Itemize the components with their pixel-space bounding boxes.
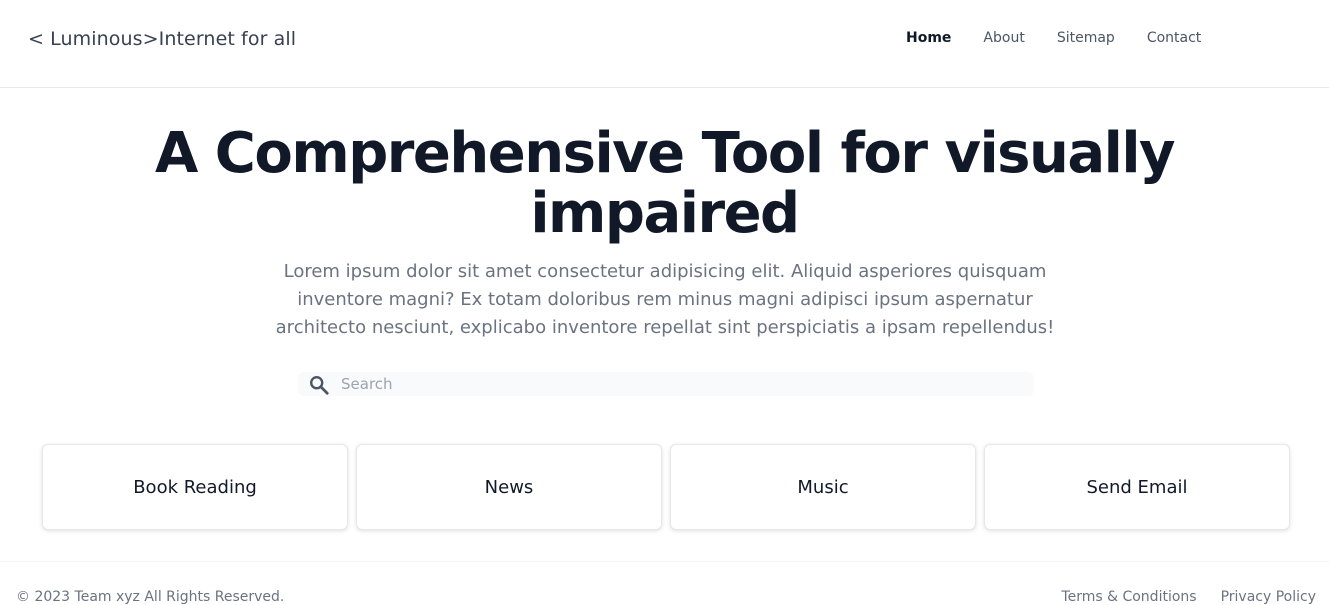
hero-title-line-1: A Comprehensive Tool for visually xyxy=(154,121,1176,186)
search-icon[interactable] xyxy=(308,374,330,396)
brand-logo-link[interactable]: < Luminous>Internet for all xyxy=(28,28,296,50)
nav-contact-link[interactable]: Contact xyxy=(1147,30,1201,46)
search-bar xyxy=(298,372,1034,396)
site-header: < Luminous>Internet for all Home About S… xyxy=(0,0,1329,88)
hero-title-line-2: impaired xyxy=(530,181,800,246)
site-footer: © 2023 Team xyz All Rights Reserved. Ter… xyxy=(0,561,1329,605)
hero-description: Lorem ipsum dolor sit amet consectetur a… xyxy=(275,261,1055,338)
card-music[interactable]: Music xyxy=(670,444,976,530)
main-nav: Home About Sitemap Contact xyxy=(906,30,1201,46)
nav-about-link[interactable]: About xyxy=(983,30,1024,46)
card-send-email[interactable]: Send Email xyxy=(984,444,1290,530)
search-input[interactable] xyxy=(341,372,1021,396)
footer-links: Terms & Conditions Privacy Policy xyxy=(1061,589,1316,605)
hero-title: A Comprehensive Tool for visually impair… xyxy=(0,124,1329,244)
feature-cards: Book Reading News Music Send Email xyxy=(42,444,1290,530)
nav-sitemap-link[interactable]: Sitemap xyxy=(1057,30,1115,46)
privacy-policy-link[interactable]: Privacy Policy xyxy=(1221,589,1316,605)
card-news[interactable]: News xyxy=(356,444,662,530)
copyright-text: © 2023 Team xyz All Rights Reserved. xyxy=(16,589,285,605)
terms-conditions-link[interactable]: Terms & Conditions xyxy=(1061,589,1196,605)
card-book-reading[interactable]: Book Reading xyxy=(42,444,348,530)
nav-home-link[interactable]: Home xyxy=(906,30,951,46)
